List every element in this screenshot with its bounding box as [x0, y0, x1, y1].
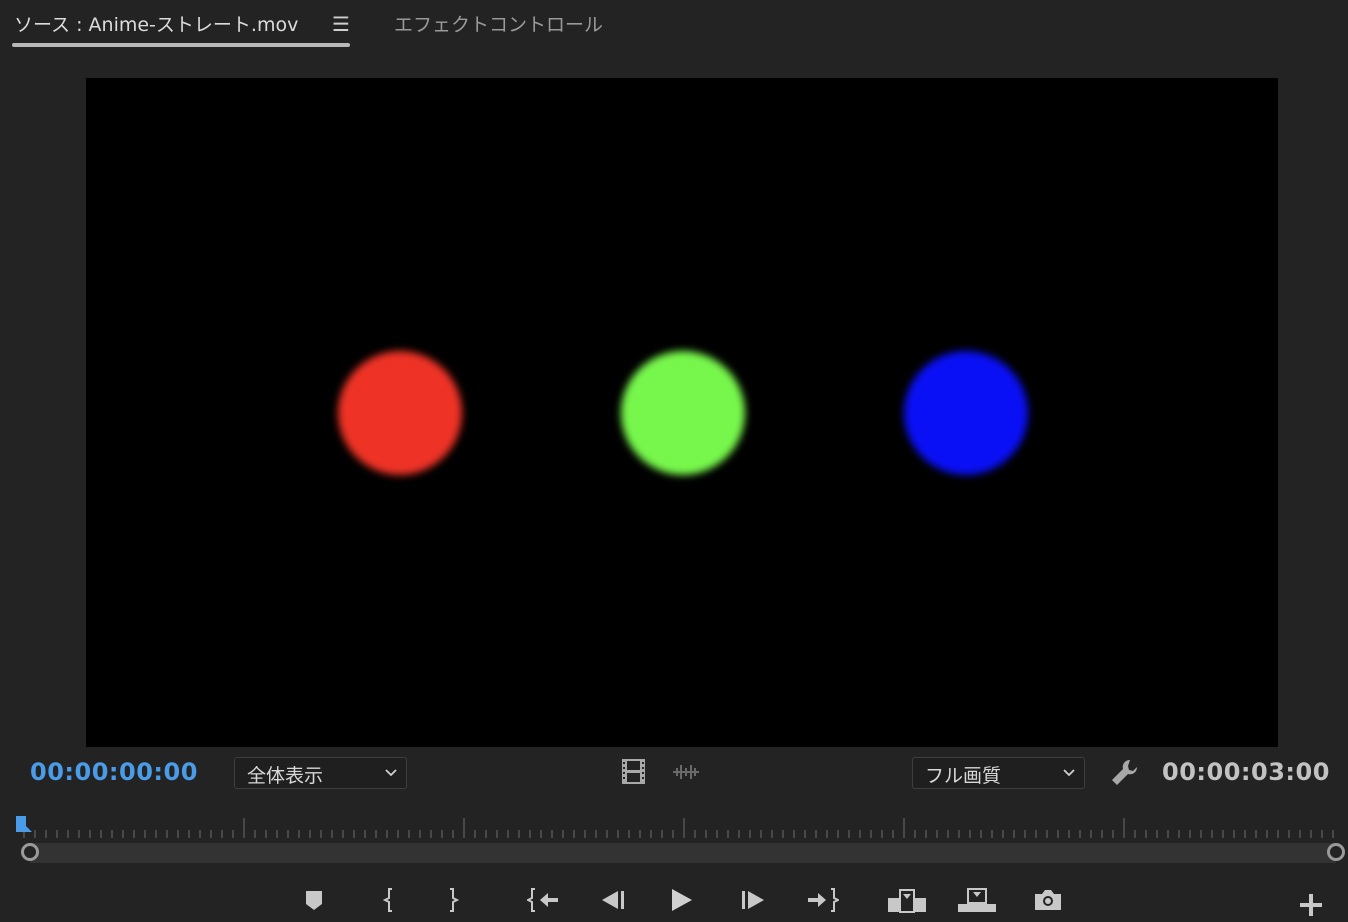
playback-quality-select[interactable]: フル画質	[912, 757, 1085, 789]
zoom-scroll-right-handle[interactable]	[1327, 843, 1345, 861]
add-marker-icon[interactable]	[303, 886, 325, 914]
blue-dot	[904, 351, 1028, 475]
hamburger-menu-icon[interactable]: ☰	[332, 12, 350, 36]
red-dot	[338, 351, 462, 475]
step-back-icon[interactable]	[598, 886, 628, 914]
insert-icon[interactable]	[886, 886, 928, 916]
quality-select-value: フル画質	[925, 765, 1002, 787]
panel-tab-bar: ソース : Anime-ストレート.mov ☰ エフェクトコントロール	[0, 0, 1348, 48]
zoom-select[interactable]: 全体表示	[234, 757, 407, 789]
tab-effect-controls[interactable]: エフェクトコントロール	[394, 10, 603, 37]
tab-source[interactable]: ソース : Anime-ストレート.mov	[14, 10, 298, 37]
mark-out-icon[interactable]	[444, 886, 462, 914]
zoom-select-value: 全体表示	[247, 765, 324, 787]
step-forward-icon[interactable]	[738, 886, 768, 914]
source-monitor-viewer	[86, 78, 1278, 747]
overwrite-icon[interactable]	[956, 886, 998, 916]
button-editor-plus-icon[interactable]	[1298, 892, 1324, 918]
playhead-icon	[16, 816, 32, 832]
time-ruler[interactable]	[14, 812, 1344, 842]
green-dot	[621, 351, 745, 475]
duration-timecode: 00:00:03:00	[1162, 758, 1330, 786]
active-tab-indicator	[12, 43, 350, 47]
go-to-in-icon[interactable]	[527, 886, 561, 914]
chevron-down-icon	[385, 769, 397, 777]
zoom-scroll-left-handle[interactable]	[21, 843, 39, 861]
zoom-scroll-bar[interactable]	[30, 843, 1336, 863]
current-timecode[interactable]: 00:00:00:00	[30, 758, 198, 786]
play-icon[interactable]	[667, 886, 697, 914]
go-to-out-icon[interactable]	[805, 886, 839, 914]
mark-in-icon[interactable]	[380, 886, 398, 914]
film-strip-icon[interactable]	[621, 758, 646, 785]
camera-icon[interactable]	[1032, 886, 1064, 914]
chevron-down-icon	[1063, 769, 1075, 777]
wrench-icon[interactable]	[1109, 758, 1139, 788]
audio-waveform-icon[interactable]	[671, 763, 701, 781]
